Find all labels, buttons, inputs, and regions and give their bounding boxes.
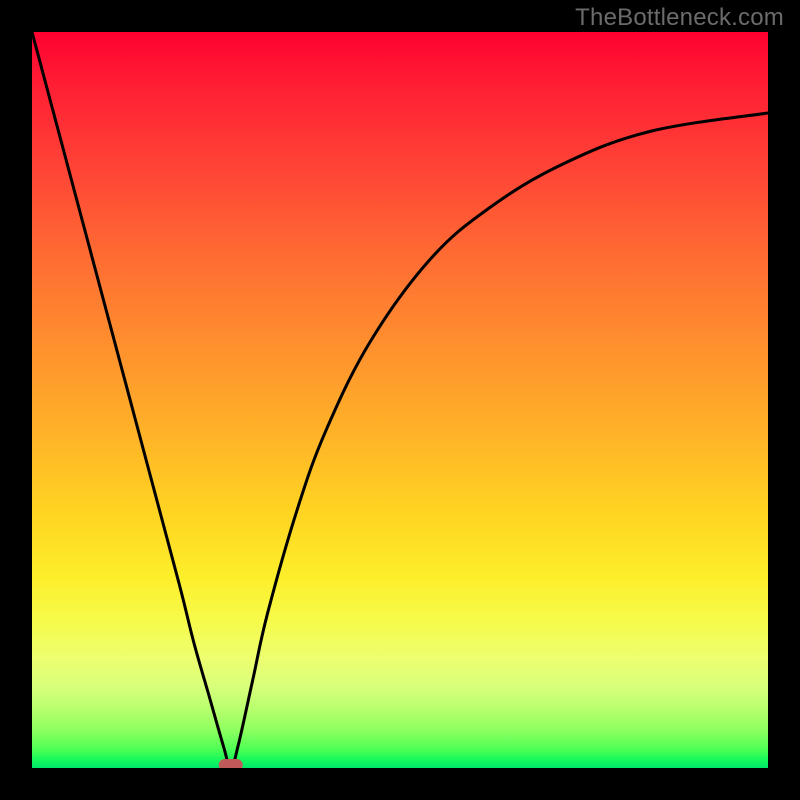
curve-layer — [32, 32, 768, 768]
plot-area — [32, 32, 768, 768]
min-point-marker — [219, 759, 243, 768]
bottleneck-curve — [32, 32, 768, 768]
chart-root: TheBottleneck.com — [0, 0, 800, 800]
watermark: TheBottleneck.com — [575, 4, 784, 32]
